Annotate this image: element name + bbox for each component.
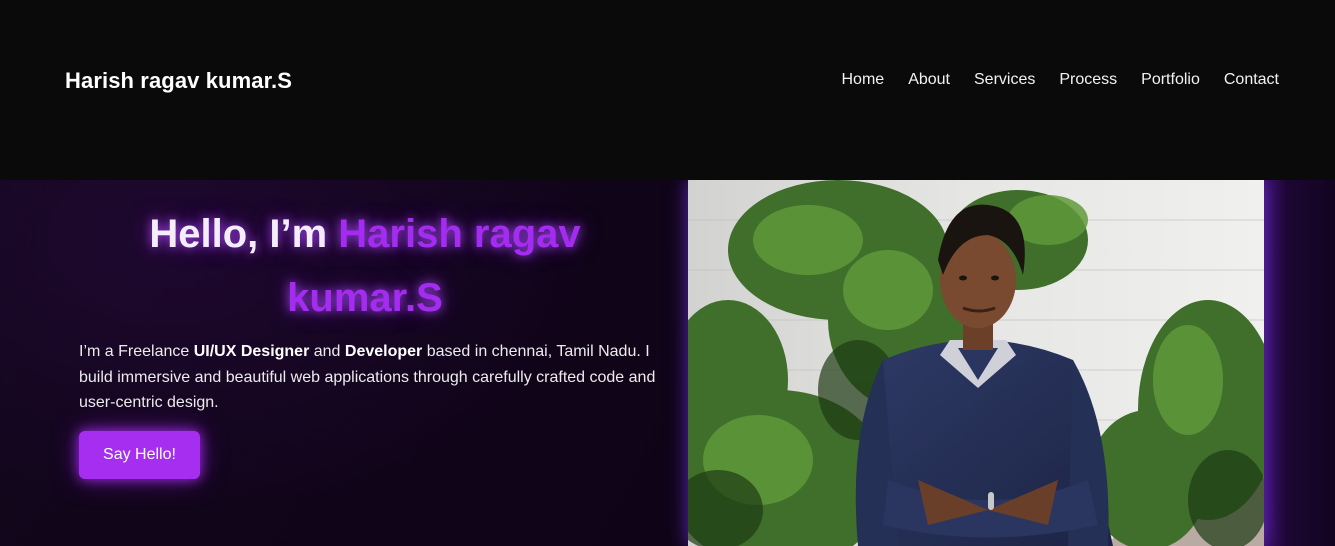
hero-greeting: Hello, I’m xyxy=(149,212,339,256)
profile-photo xyxy=(688,180,1264,546)
intro-role-designer: UI/UX Designer xyxy=(193,343,310,360)
nav-link-process[interactable]: Process xyxy=(1059,71,1117,89)
say-hello-button[interactable]: Say Hello! xyxy=(79,431,200,479)
hero-side-glow xyxy=(1262,180,1335,546)
profile-photo-illustration xyxy=(688,180,1264,546)
intro-role-developer: Developer xyxy=(344,343,423,360)
nav-link-portfolio[interactable]: Portfolio xyxy=(1141,71,1200,89)
hero-section: Hello, I’m Harish ragav kumar.S I’m a Fr… xyxy=(0,180,1335,546)
hero-intro: I’m a Freelance UI/UX Designer and Devel… xyxy=(79,339,674,416)
main-nav: Home About Services Process Portfolio Co… xyxy=(842,71,1280,89)
brand-logo-text[interactable]: Harish ragav kumar.S xyxy=(65,68,292,94)
hero-heading: Hello, I’m Harish ragav kumar.S xyxy=(90,202,640,330)
nav-link-services[interactable]: Services xyxy=(974,71,1035,89)
nav-link-about[interactable]: About xyxy=(908,71,950,89)
intro-text-2: and xyxy=(309,343,345,360)
nav-link-home[interactable]: Home xyxy=(842,71,885,89)
site-header: Harish ragav kumar.S Home About Services… xyxy=(0,0,1335,180)
intro-text-1: I’m a Freelance xyxy=(79,343,194,360)
nav-link-contact[interactable]: Contact xyxy=(1224,71,1279,89)
